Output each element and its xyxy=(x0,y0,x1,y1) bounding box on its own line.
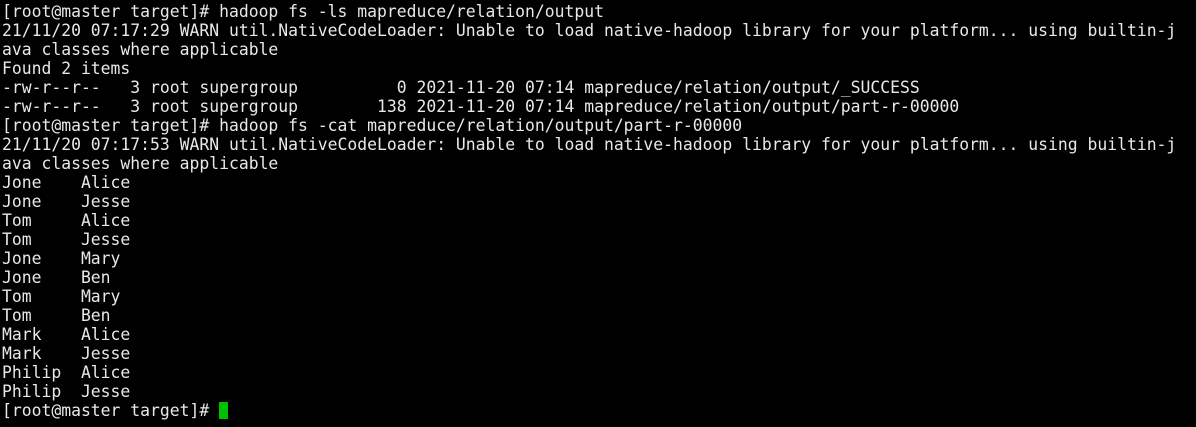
output-row: Jone Mary xyxy=(2,249,121,268)
warn-line-continued: ava classes where applicable xyxy=(2,154,279,173)
output-row: Jone Ben xyxy=(2,268,111,287)
warn-line: 21/11/20 07:17:53 WARN util.NativeCodeLo… xyxy=(2,135,1177,154)
command-line: [root@master target]# hadoop fs -ls mapr… xyxy=(2,2,604,21)
terminal-window[interactable]: [root@master target]# hadoop fs -ls mapr… xyxy=(0,0,1196,427)
output-row: Philip Jesse xyxy=(2,382,131,401)
command-line: [root@master target]# hadoop fs -cat map… xyxy=(2,116,743,135)
found-items-line: Found 2 items xyxy=(2,59,131,78)
prompt-line[interactable]: [root@master target]# xyxy=(2,401,1196,420)
file-listing-row: -rw-r--r-- 3 root supergroup 138 2021-11… xyxy=(2,97,960,116)
output-row: Tom Mary xyxy=(2,287,121,306)
text-cursor[interactable] xyxy=(219,402,229,419)
output-row: Jone Jesse xyxy=(2,192,131,211)
file-listing-row: -rw-r--r-- 3 root supergroup 0 2021-11-2… xyxy=(2,78,920,97)
output-row: Tom Ben xyxy=(2,306,111,325)
output-row: Philip Alice xyxy=(2,363,131,382)
warn-line: 21/11/20 07:17:29 WARN util.NativeCodeLo… xyxy=(2,21,1177,40)
output-row: Mark Alice xyxy=(2,325,131,344)
output-row: Tom Jesse xyxy=(2,230,131,249)
output-row: Mark Jesse xyxy=(2,344,131,363)
shell-prompt: [root@master target]# xyxy=(2,401,210,420)
output-row: Jone Alice xyxy=(2,173,131,192)
output-row: Tom Alice xyxy=(2,211,131,230)
warn-line-continued: ava classes where applicable xyxy=(2,40,279,59)
